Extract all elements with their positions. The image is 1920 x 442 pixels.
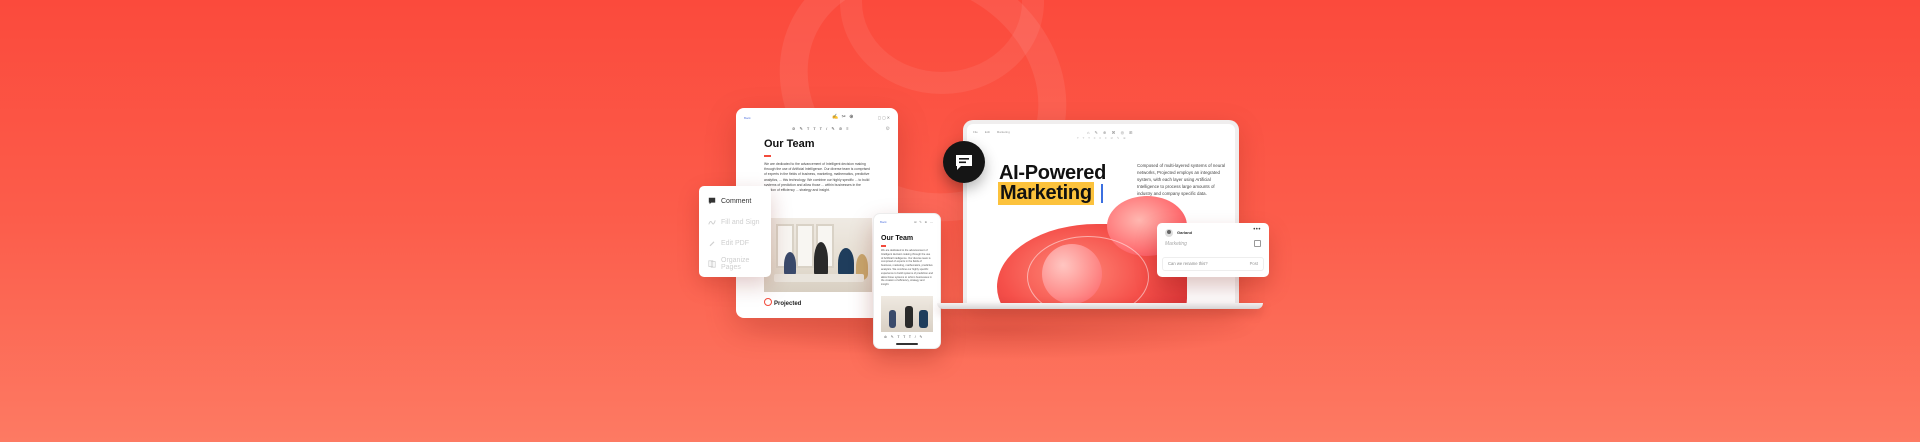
comment-card: Garland ••• Marketing Can we rename this… [1157, 223, 1269, 277]
headline-highlighted[interactable]: Marketing [998, 182, 1094, 205]
menu-item-fill-and-sign[interactable]: Fill and Sign [708, 214, 760, 230]
phone-tool-icons[interactable]: ⊞ ✎ ⊕ ⋯ [914, 220, 934, 224]
phone-team-photo [881, 296, 933, 332]
post-button[interactable]: Post [1250, 261, 1258, 266]
menu-item-edit-pdf[interactable]: Edit PDF [708, 235, 749, 251]
comment-input[interactable]: Can we rename this? Post [1162, 257, 1264, 271]
chat-bubble-icon[interactable] [943, 141, 985, 183]
menu-item-organize-pages[interactable]: Organize Pages [708, 256, 771, 272]
comment-input-text: Can we rename this? [1168, 261, 1208, 266]
pages-icon [708, 260, 716, 268]
phone-body-text: We are dedicated to the advancement of I… [881, 249, 933, 287]
team-photo [764, 218, 872, 292]
comment-quoted-text: Marketing [1165, 241, 1187, 247]
phone-title-underline [881, 245, 886, 247]
home-indicator [896, 343, 918, 345]
phone-format-toolbar[interactable]: ⊘ ✎ T T T / ✎ [884, 335, 924, 339]
laptop-screen: File Edit Marketing ⌂ ✎ ⊕ ⌘ ◎ ⊞ T T T ≡ … [963, 120, 1239, 307]
sign-icon [708, 218, 716, 226]
photo-window [796, 224, 814, 268]
title-underline [764, 155, 771, 157]
laptop-base [937, 303, 1263, 309]
comment-icon [708, 197, 716, 205]
document-tool-icons[interactable]: ✍ ✂ ⊕ [832, 114, 854, 120]
document-title: Our Team [764, 138, 815, 150]
menu-item-comment[interactable]: Comment [708, 193, 751, 209]
tab-edit[interactable]: Edit [985, 130, 990, 134]
phone-device: Back ⊞ ✎ ⊕ ⋯ Our Team We are dedicated t… [873, 213, 941, 349]
document-format-toolbar[interactable]: ⊘ ✎ T T T / ✎ ⊘ ≡ [792, 126, 850, 131]
tab-marketing[interactable]: Marketing [997, 130, 1010, 134]
photo-table [774, 274, 864, 282]
laptop-toolbar[interactable]: ⌂ ✎ ⊕ ⌘ ◎ ⊞ [1087, 130, 1135, 135]
document-topbar: Back ✍ ✂ ⊕ ◻ ◻ ✕ [744, 114, 890, 124]
tab-file[interactable]: File [973, 130, 978, 134]
avatar [1165, 229, 1173, 237]
document-window-controls[interactable]: ◻ ◻ ✕ [878, 115, 890, 120]
phone-back-link[interactable]: Back [880, 220, 887, 224]
pencil-icon [708, 239, 716, 247]
copy-icon[interactable] [1254, 240, 1261, 247]
phone-document-title: Our Team [881, 235, 914, 242]
tools-menu: Comment Fill and Sign Edit PDF Organize … [699, 186, 771, 277]
more-options-icon[interactable]: ••• [1253, 227, 1261, 233]
comment-author: Garland [1177, 230, 1193, 235]
text-cursor [1101, 184, 1103, 203]
laptop-tabs: File Edit Marketing [973, 130, 1016, 134]
settings-icon[interactable]: ⚙ [886, 126, 890, 132]
laptop-body-text: Composed of multi-layered systems of neu… [1137, 163, 1226, 196]
photo-person [889, 310, 896, 328]
logo-ring-icon [764, 298, 772, 306]
phone-topbar: Back ⊞ ✎ ⊕ ⋯ [880, 220, 934, 224]
photo-person [814, 242, 828, 278]
photo-person [919, 310, 928, 328]
laptop-format-toolbar[interactable]: T T T ≡ ≡ ≡ ⊘ ✎ ⊕ [1077, 136, 1127, 140]
projected-logo: Projected [764, 298, 801, 307]
document-body-text: We are dedicated to the advancement of I… [764, 162, 870, 193]
document-back-link[interactable]: Back [744, 116, 751, 120]
photo-person [905, 306, 913, 328]
